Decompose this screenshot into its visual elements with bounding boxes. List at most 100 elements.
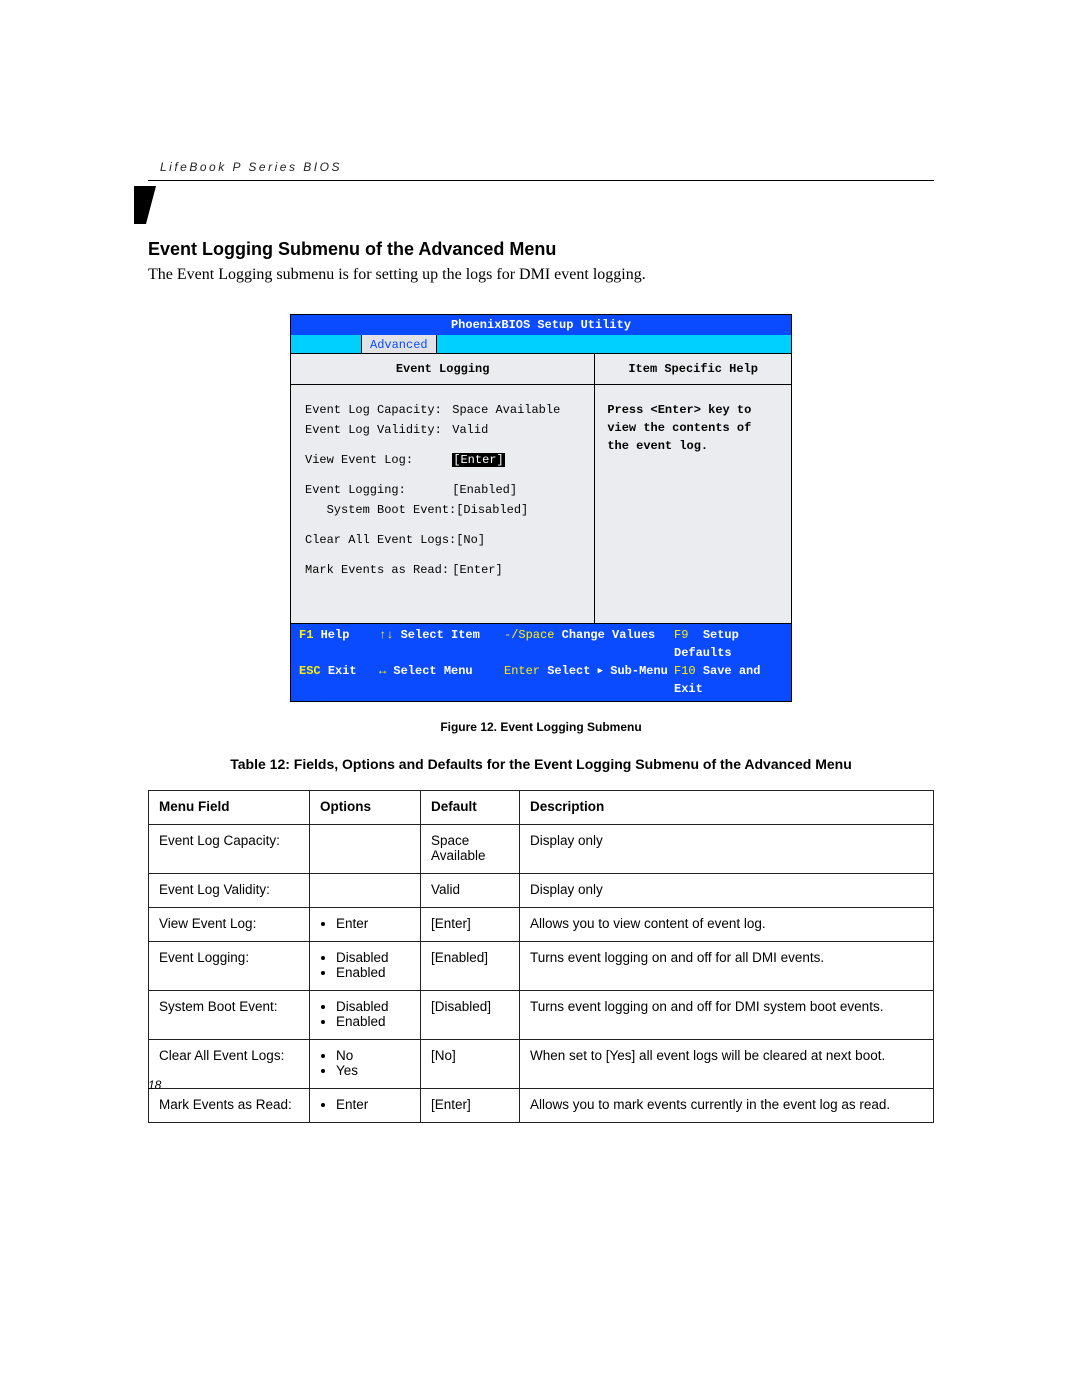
cell-description: Allows you to view content of event log. <box>520 908 934 942</box>
arrow-lr-icon: ↔ <box>379 664 386 678</box>
exit-label: Exit <box>328 664 357 678</box>
cell-description: Display only <box>520 825 934 874</box>
section-intro: The Event Logging submenu is for setting… <box>148 266 934 284</box>
bios-menubar: Advanced <box>291 335 791 353</box>
cell-default: Valid <box>421 874 520 908</box>
key-esc: ESC <box>299 664 321 678</box>
bios-field-row[interactable]: Mark Events as Read:[Enter] <box>305 561 580 579</box>
fkey-f9: F9 <box>674 628 688 642</box>
cell-menu: Clear All Event Logs: <box>149 1040 310 1089</box>
bios-field-row[interactable]: Event Logging:[Enabled] <box>305 481 580 499</box>
bios-field-value: Space Available <box>452 401 580 419</box>
bios-left-header: Event Logging <box>291 354 594 385</box>
cell-default: [Enter] <box>421 1089 520 1123</box>
cell-description: Display only <box>520 874 934 908</box>
table-title: Table 12: Fields, Options and Defaults f… <box>148 756 934 772</box>
triangle-right-icon <box>598 664 603 678</box>
bios-field-row[interactable]: System Boot Event:[Disabled] <box>305 501 580 519</box>
option-item: Enter <box>336 1097 410 1112</box>
change-values-label: Change Values <box>562 628 656 642</box>
cell-description: Allows you to mark events currently in t… <box>520 1089 934 1123</box>
bios-field-label: Event Log Capacity: <box>305 401 452 419</box>
bios-field-label: View Event Log: <box>305 451 452 469</box>
table-row: Event Log Capacity: Space AvailableDispla… <box>149 825 934 874</box>
bios-title: PhoenixBIOS Setup Utility <box>291 315 791 335</box>
cell-default: [Disabled] <box>421 991 520 1040</box>
bios-screenshot: PhoenixBIOS Setup Utility Advanced Event… <box>290 314 792 702</box>
cell-menu: Event Logging: <box>149 942 310 991</box>
bios-field-value: [Enter] <box>452 451 580 469</box>
table-row: Event Logging:DisabledEnabled[Enabled]Tu… <box>149 942 934 991</box>
cell-menu: Event Log Validity: <box>149 874 310 908</box>
fkey-f10: F10 <box>674 664 696 678</box>
cell-default: [No] <box>421 1040 520 1089</box>
bios-field-label: Mark Events as Read: <box>305 561 452 579</box>
figure-caption: Figure 12. Event Logging Submenu <box>148 720 934 734</box>
cell-menu: System Boot Event: <box>149 991 310 1040</box>
th-menu: Menu Field <box>149 791 310 825</box>
bios-help-text: Press <Enter> key to view the contents o… <box>595 385 791 623</box>
table-header-row: Menu Field Options Default Description <box>149 791 934 825</box>
section-title: Event Logging Submenu of the Advanced Me… <box>148 239 934 260</box>
bios-field-row[interactable]: View Event Log:[Enter] <box>305 451 580 469</box>
option-item: Disabled <box>336 999 410 1014</box>
cell-options: DisabledEnabled <box>310 942 421 991</box>
cell-options: DisabledEnabled <box>310 991 421 1040</box>
bios-field-row[interactable]: Event Log Validity:Valid <box>305 421 580 439</box>
table-row: Clear All Event Logs:NoYes[No]When set t… <box>149 1040 934 1089</box>
arrow-ud-icon: ↑↓ <box>379 628 393 642</box>
bios-field-label: Clear All Event Logs: <box>305 531 456 549</box>
th-description: Description <box>520 791 934 825</box>
bios-field-label: Event Logging: <box>305 481 452 499</box>
cell-menu: View Event Log: <box>149 908 310 942</box>
bios-field-label: System Boot Event: <box>305 501 456 519</box>
page: LifeBook P Series BIOS Event Logging Sub… <box>0 0 1080 1397</box>
header-rule <box>148 180 934 181</box>
option-item: Yes <box>336 1063 410 1078</box>
cell-menu: Event Log Capacity: <box>149 825 310 874</box>
bios-tab-advanced[interactable]: Advanced <box>361 335 437 353</box>
cell-description: When set to [Yes] all event logs will be… <box>520 1040 934 1089</box>
key-enter: Enter <box>504 664 540 678</box>
option-item: Enabled <box>336 1014 410 1029</box>
bios-field-value: [Disabled] <box>456 501 580 519</box>
cell-options: Enter <box>310 1089 421 1123</box>
bios-field-value: [No] <box>456 531 580 549</box>
fields-table: Menu Field Options Default Description E… <box>148 790 934 1123</box>
bios-fields: Event Log Capacity:Space AvailableEvent … <box>291 385 594 623</box>
fkey-f1: F1 <box>299 628 313 642</box>
page-number: 18 <box>148 1078 161 1092</box>
cell-default: Space Available <box>421 825 520 874</box>
select-item-label: Select Item <box>401 628 480 642</box>
bios-field-row[interactable]: Event Log Capacity:Space Available <box>305 401 580 419</box>
option-item: Enabled <box>336 965 410 980</box>
cell-options <box>310 825 421 874</box>
select-menu-label: Select Menu <box>393 664 472 678</box>
fkey-f1-label: Help <box>321 628 350 642</box>
table-row: View Event Log:Enter[Enter]Allows you to… <box>149 908 934 942</box>
key-minus-space: -/Space <box>504 628 554 642</box>
select-submenu-post: Sub-Menu <box>603 664 668 678</box>
cell-description: Turns event logging on and off for all D… <box>520 942 934 991</box>
cell-default: [Enabled] <box>421 942 520 991</box>
bios-right-header: Item Specific Help <box>595 354 791 385</box>
cell-options: NoYes <box>310 1040 421 1089</box>
table-row: System Boot Event:DisabledEnabled[Disabl… <box>149 991 934 1040</box>
option-item: No <box>336 1048 410 1063</box>
bios-right-pane: Item Specific Help Press <Enter> key to … <box>595 354 791 623</box>
bios-field-value: Valid <box>452 421 580 439</box>
option-item: Disabled <box>336 950 410 965</box>
th-options: Options <box>310 791 421 825</box>
bios-field-label: Event Log Validity: <box>305 421 452 439</box>
bios-footer: F1 Help ↑↓ Select Item -/Space Change Va… <box>291 624 791 701</box>
bios-left-pane: Event Logging Event Log Capacity:Space A… <box>291 354 595 623</box>
table-row: Event Log Validity: ValidDisplay only <box>149 874 934 908</box>
bios-field-value: [Enabled] <box>452 481 580 499</box>
option-item: Enter <box>336 916 410 931</box>
bios-field-value: [Enter] <box>452 561 580 579</box>
content-area: LifeBook P Series BIOS Event Logging Sub… <box>148 160 934 1123</box>
bios-field-row[interactable]: Clear All Event Logs:[No] <box>305 531 580 549</box>
cell-menu: Mark Events as Read: <box>149 1089 310 1123</box>
th-default: Default <box>421 791 520 825</box>
cell-description: Turns event logging on and off for DMI s… <box>520 991 934 1040</box>
